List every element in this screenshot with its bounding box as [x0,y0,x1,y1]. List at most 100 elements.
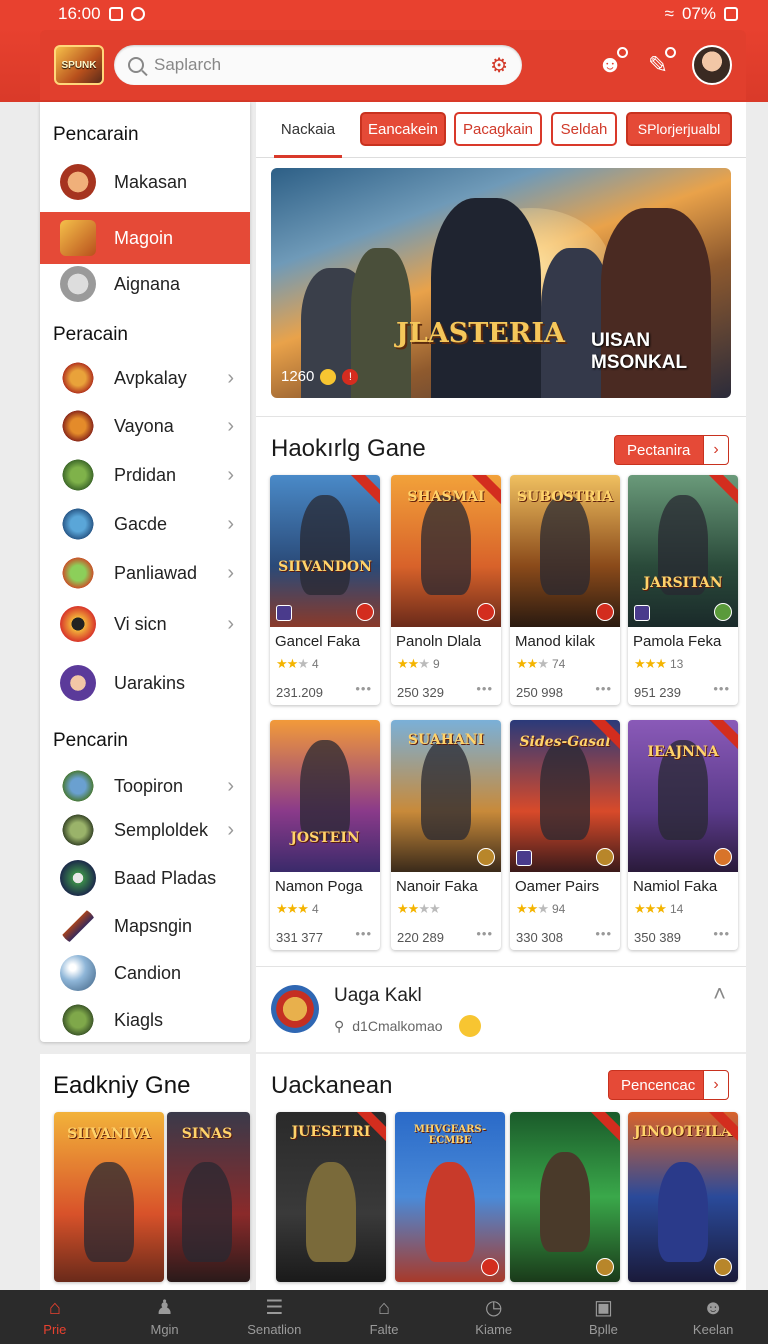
game-card[interactable]: SHASMAI Panoln Dlala ★★★ 9 250 329 ••• [391,475,501,705]
corner-ribbon [347,475,380,508]
battery-level: 07% [681,4,716,23]
game-art: Sides-Gasal [510,720,620,872]
sidebar-item-label: Makasan [114,171,188,192]
sidebar-item-gacde[interactable]: Gacde › [40,498,250,550]
game-card[interactable]: JARSITAN Pamola Feka ★★★ 13 951 239 ••• [628,475,738,705]
notice-title: Uaga Kakl [334,985,422,1006]
alert-icon: ! [342,368,359,385]
tab-eancakein[interactable]: Eancakein [360,112,446,146]
nav-keelan[interactable]: ☻ Keelan [658,1290,768,1344]
sidebar-item-mapsngin[interactable]: Mapsngin [40,900,250,952]
game-card[interactable]: MHVGEARS-ECMBE [395,1112,505,1282]
soldier-icon [60,768,96,804]
more-options-icon[interactable]: ••• [713,681,730,696]
sidebar-item-label: Uarakins [114,672,186,693]
game-card[interactable]: SIIVANDON Gancel Faka ★★★ 4 231.209 ••• [270,475,380,705]
game-art: SIIVANIVA [54,1112,164,1282]
more-options-icon[interactable]: ••• [476,681,493,696]
sidebar-item-label: Magoin [114,227,174,248]
game-card[interactable]: SIIVANIVA [54,1112,164,1282]
game-card[interactable]: SUAHANI Nanoir Faka ★★★★ 220 289 ••• [391,720,501,950]
game-card[interactable] [510,1112,620,1282]
see-more-button[interactable]: Pencencac › [608,1070,729,1100]
sidebar-item-label: Kiagls [114,1009,164,1030]
sidebar-item-uarakins[interactable]: Uarakins [40,657,250,709]
hero-title-left: JLASTERIA [396,318,565,349]
app-logo[interactable]: SPUNK [54,45,104,85]
chevron-right-icon: › [227,818,234,841]
game-card[interactable]: JOSTEIN Namon Poga ★★★ 4 331 377 ••• [270,720,380,950]
more-options-icon[interactable]: ••• [476,926,493,941]
more-options-icon[interactable]: ••• [595,681,612,696]
sidebar-item-vayona[interactable]: Vayona › [40,400,250,452]
sidebar-item-baad-pladas[interactable]: Baad Pladas [40,852,250,904]
favorite-icon [356,603,374,621]
badge-icon [596,1258,614,1276]
wizard-icon [60,665,96,701]
search-bar[interactable]: ⚙ [114,45,522,85]
nav-senatlion[interactable]: ☰ Senatlion [219,1290,329,1344]
game-character [300,740,350,840]
more-options-icon[interactable]: ••• [355,926,372,941]
sidebar-item-kiagls[interactable]: Kiagls [40,994,250,1046]
more-options-icon[interactable]: ••• [355,681,372,696]
tab-seldah[interactable]: Seldah [551,112,617,146]
see-more-button[interactable]: Pectanira › [614,435,729,465]
chevron-up-icon[interactable]: ˄ [713,981,726,1007]
sidebar-item-avpkalay[interactable]: Avpkalay › [40,352,250,404]
see-more-label: Pectanira [627,441,691,459]
profile-avatar[interactable] [692,45,732,85]
more-options-icon[interactable]: ••• [595,926,612,941]
badge-icon [714,1258,732,1276]
hero-title-right: UISAN MSONKAL [591,330,688,373]
notification-row[interactable]: Uaga Kakl ⚲ d1Cmalkomao ˄ [256,966,746,1052]
nav-bplle[interactable]: ▣ Bplle [549,1290,659,1344]
sidebar-item-makasan[interactable]: Makasan [40,156,250,208]
game-card[interactable]: SINAS [167,1112,250,1282]
game-card[interactable]: JUESETRI [276,1112,386,1282]
nav-prie[interactable]: ⌂ Prie [0,1290,110,1344]
gun-icon [60,506,96,542]
status-bar: 16:00 ≈ 07% [0,0,768,28]
sidebar-item-label: Semploldek [114,819,209,840]
tab-splorjerjualbl[interactable]: SPlorjerjualbl [626,112,732,146]
sidebar-item-magoin[interactable]: Magoin [40,212,250,264]
tab-pacagkain[interactable]: Pacagkain [454,112,542,146]
chevron-right-icon: › [227,561,234,584]
game-card[interactable]: SUBOSTRIA Manod kilak ★★★ 74 250 998 ••• [510,475,620,705]
search-input[interactable] [154,55,491,75]
nav-falte[interactable]: ⌂ Falte [329,1290,439,1344]
sidebar-item-visicn[interactable]: Vi sicn › [40,598,250,650]
game-card[interactable]: JINOOTFILA [628,1112,738,1282]
sidebar-item-label: Candion [114,962,182,983]
rating-stars: ★★★ 74 [516,656,566,671]
game-character [425,1162,475,1262]
settings-icon[interactable]: ⚙ [490,53,508,78]
game-card[interactable]: Sides-Gasal Oamer Pairs ★★★ 94 330 308 ••… [510,720,620,950]
nav-label: Kiame [475,1321,513,1337]
nav-mgin[interactable]: ♟ Mgin [110,1290,220,1344]
nav-kiame[interactable]: ◷ Kiame [439,1290,549,1344]
sidebar-item-semploldek[interactable]: Semploldek › [40,804,250,856]
more-options-icon[interactable]: ••• [713,926,730,941]
sidebar-item-panliawad[interactable]: Panliawad › [40,547,250,599]
hero-banner[interactable]: JLASTERIA UISAN MSONKAL 1260 ! [271,168,731,398]
sidebar-item-aignana[interactable]: Aignana [40,258,250,310]
chevron-right-icon: › [703,1070,729,1100]
soldier-icon [60,555,96,591]
sidebar-item-prdidan[interactable]: Prdidan › [40,449,250,501]
rating-stars: ★★★ 14 [634,901,684,916]
sidebar-item-candion[interactable]: Candion [40,947,250,999]
game-card[interactable]: IEAJNNA Namiol Faka ★★★ 14 350 389 ••• [628,720,738,950]
logo-icon [60,220,96,256]
hero-figure [431,198,541,398]
chevron-right-icon: › [227,774,234,797]
app-bar: SPUNK ⚙ ☻ ✎ [40,30,746,100]
tab-nackaia[interactable]: Nackaia [274,112,342,158]
game-art: SINAS [167,1112,250,1282]
download-count: 231.209 [276,685,323,700]
rifle-icon [60,908,96,944]
link-icon[interactable]: ✎ [644,47,676,79]
sidebar-item-label: Avpkalay [114,367,187,388]
notifications-icon[interactable]: ☻ [596,47,628,79]
